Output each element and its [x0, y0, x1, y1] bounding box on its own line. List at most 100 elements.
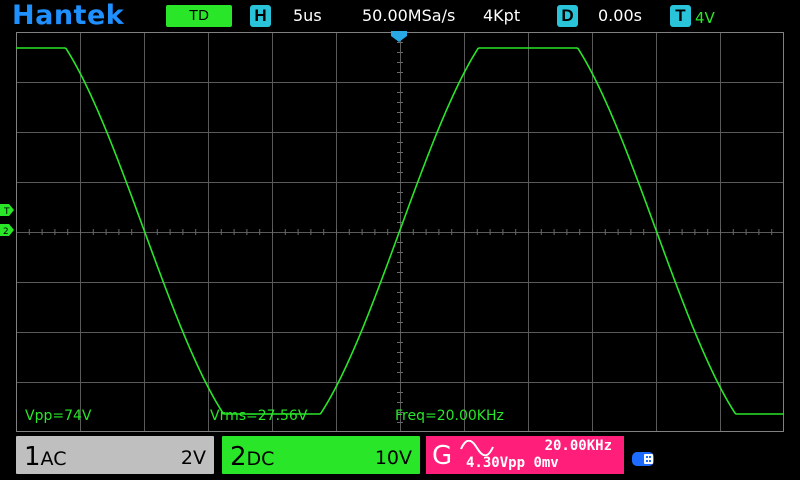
- measurement-vpp: Vpp=74V: [25, 408, 92, 424]
- ch2-marker-label: 2: [3, 227, 9, 236]
- grid-tick: [41, 229, 43, 235]
- grid-tick: [617, 229, 619, 235]
- grid-tick: [630, 229, 632, 235]
- grid-tick: [397, 152, 403, 153]
- grid-tick: [502, 229, 504, 235]
- grid-tick: [374, 229, 376, 235]
- grid-tick: [464, 229, 465, 235]
- grid-tick: [208, 229, 209, 235]
- sample-rate-value: 50.00MSa/s: [362, 6, 456, 25]
- waveform-display[interactable]: [16, 32, 784, 432]
- ch2-offset-marker[interactable]: 2: [0, 224, 14, 236]
- ch2-label: 2DC: [230, 442, 274, 472]
- waveform-grid: [16, 32, 784, 432]
- grid-tick: [397, 162, 403, 163]
- delay-value: 0.00s: [598, 6, 642, 25]
- grid-tick: [397, 382, 403, 383]
- trigger-position-marker[interactable]: [390, 31, 408, 43]
- grid-tick: [397, 122, 403, 123]
- grid-tick: [131, 229, 133, 235]
- grid-tick: [397, 312, 403, 313]
- grid-tick: [771, 229, 773, 235]
- grid-tick: [604, 229, 606, 235]
- ch1-scale: 2V: [180, 447, 206, 469]
- ch1-label: 1AC: [24, 442, 66, 472]
- channel-bar: 1AC 2V 2DC 10V G 20.00KHz 4.30Vpp 0mv: [0, 436, 800, 480]
- grid-tick: [397, 342, 403, 343]
- ch2-info[interactable]: 2DC 10V: [222, 436, 420, 474]
- trigger-level-marker[interactable]: T: [0, 204, 14, 216]
- grid-tick: [397, 292, 403, 293]
- memory-depth-value: 4Kpt: [483, 6, 521, 25]
- grid-tick: [397, 302, 403, 303]
- grid-tick: [397, 192, 403, 193]
- ch1-number: 1: [24, 442, 41, 472]
- grid-tick: [451, 229, 453, 235]
- grid-tick: [515, 229, 517, 235]
- trigger-icon[interactable]: T: [670, 5, 691, 27]
- grid-tick: [397, 142, 403, 143]
- grid-tick: [668, 229, 670, 235]
- grid-tick: [361, 229, 363, 235]
- grid-tick: [579, 229, 581, 235]
- grid-tick: [397, 72, 403, 73]
- ch2-coupling: DC: [246, 448, 275, 470]
- grid-tick: [397, 62, 403, 63]
- grid-tick: [397, 132, 403, 133]
- grid-tick: [397, 92, 403, 93]
- grid-tick: [553, 229, 555, 235]
- grid-tick: [28, 229, 30, 235]
- grid-tick: [397, 212, 403, 213]
- grid-tick: [476, 229, 478, 235]
- grid-tick: [397, 52, 403, 53]
- grid-tick: [272, 229, 273, 235]
- measurement-freq: Freq=20.00KHz: [395, 408, 504, 424]
- grid-tick: [310, 229, 312, 235]
- grid-tick: [387, 229, 389, 235]
- grid-tick: [397, 352, 403, 353]
- grid-tick: [259, 229, 261, 235]
- generator-frequency: 20.00KHz: [544, 438, 612, 454]
- grid-tick: [566, 229, 568, 235]
- horizontal-icon[interactable]: H: [250, 5, 271, 27]
- grid-tick: [758, 229, 760, 235]
- generator-label: G: [432, 441, 453, 471]
- grid-tick: [118, 229, 120, 235]
- grid-tick: [397, 282, 403, 283]
- generator-amplitude: 4.30Vpp: [466, 455, 526, 471]
- grid-tick: [425, 229, 427, 235]
- grid-tick: [195, 229, 197, 235]
- grid-tick: [643, 229, 645, 235]
- grid-tick: [397, 172, 403, 173]
- grid-tick: [681, 229, 683, 235]
- grid-tick: [720, 229, 721, 235]
- grid-tick: [489, 229, 491, 235]
- grid-tick: [412, 229, 414, 235]
- ch1-coupling: AC: [40, 448, 67, 470]
- mode-indicator[interactable]: TD: [166, 5, 232, 27]
- grid-tick: [707, 229, 709, 235]
- ch2-scale: 10V: [374, 447, 412, 469]
- grid-tick: [397, 392, 403, 393]
- grid-tick: [397, 202, 403, 203]
- generator-amplitude-offset: 4.30Vpp 0mv: [466, 455, 559, 471]
- ch1-info[interactable]: 1AC 2V: [16, 436, 214, 474]
- grid-tick: [397, 102, 403, 103]
- grid-tick: [397, 362, 403, 363]
- grid-tick: [397, 332, 403, 333]
- grid-tick: [54, 229, 56, 235]
- grid-tick: [348, 229, 350, 235]
- grid-tick: [169, 229, 171, 235]
- grid-tick: [745, 229, 747, 235]
- grid-tick: [592, 229, 593, 235]
- grid-tick: [528, 229, 529, 235]
- grid-tick: [105, 229, 107, 235]
- brand-logo: Hantek: [12, 0, 125, 31]
- grid-tick: [233, 229, 235, 235]
- generator-info[interactable]: G 20.00KHz 4.30Vpp 0mv: [426, 436, 624, 474]
- delay-icon[interactable]: D: [557, 5, 578, 27]
- grid-tick: [397, 322, 403, 323]
- grid-tick: [397, 112, 403, 113]
- grid-tick: [297, 229, 299, 235]
- usb-icon: [632, 452, 654, 466]
